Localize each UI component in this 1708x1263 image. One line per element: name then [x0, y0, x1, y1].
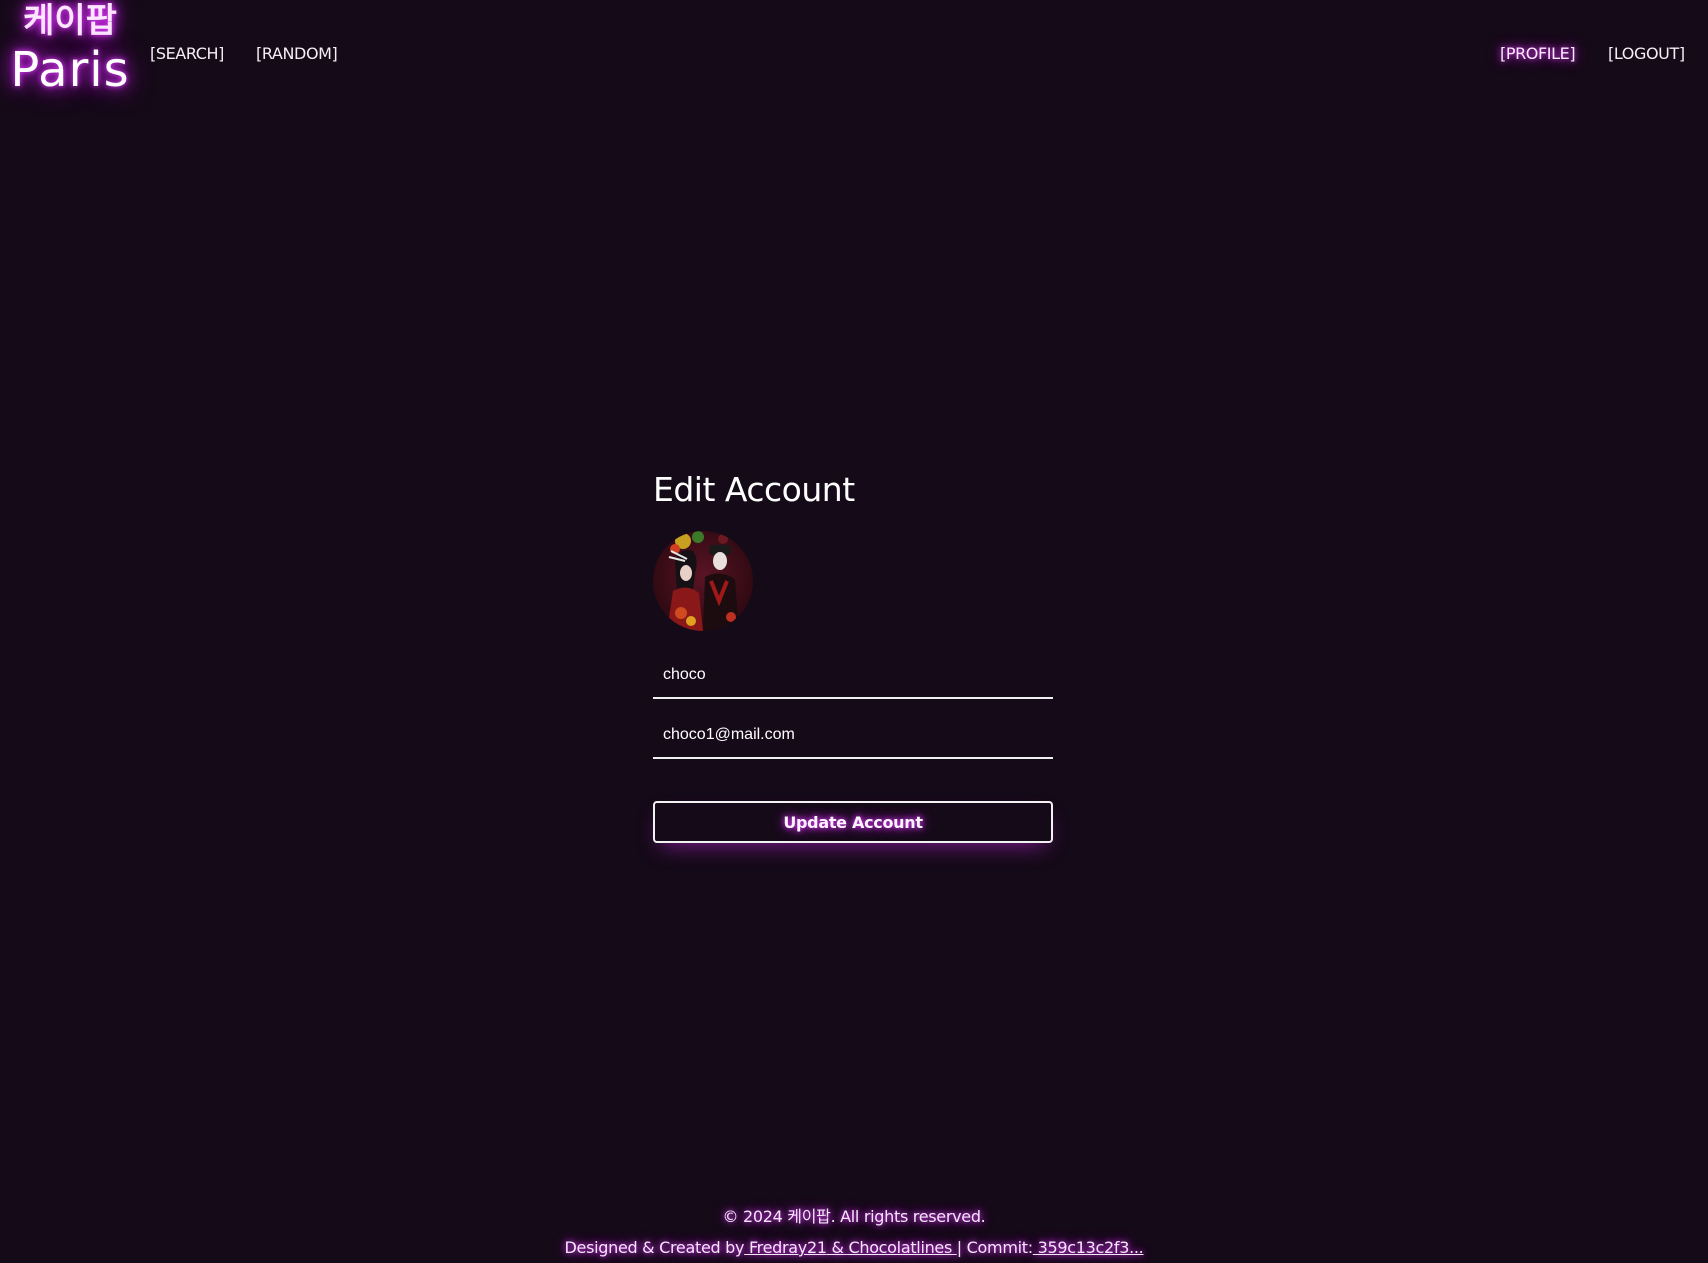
page: 케이팝 Paris [SEARCH] [RANDOM] [PROFILE] [L…: [0, 0, 1708, 1263]
logo-korean-text: 케이팝: [23, 1, 117, 41]
username-field[interactable]: [653, 653, 1053, 699]
author-separator: &: [826, 1238, 849, 1257]
author-fredray21-link[interactable]: Fredray21: [744, 1238, 827, 1257]
footer-copyright: © 2024 케이팝. All rights reserved.: [722, 1207, 986, 1226]
avatar[interactable]: [653, 531, 753, 631]
avatar-image: [653, 531, 753, 631]
commit-hash-link[interactable]: 359c13c2f3...: [1033, 1238, 1144, 1257]
commit-prefix: | Commit:: [956, 1238, 1033, 1257]
logo-paris-text: Paris: [10, 42, 130, 98]
nav-logout-link[interactable]: [LOGOUT]: [1608, 44, 1685, 63]
author-chocolatlines-link[interactable]: Chocolatlines: [848, 1238, 956, 1257]
email-field[interactable]: [653, 713, 1053, 759]
page-title: Edit Account: [653, 470, 855, 509]
nav-random-link[interactable]: [RANDOM]: [256, 44, 338, 63]
credits-prefix: Designed & Created by: [564, 1238, 745, 1257]
site-logo[interactable]: 케이팝 Paris: [6, 4, 134, 94]
edit-account-form: Edit Account choco choco1@mail.com Updat…: [653, 470, 1053, 843]
update-account-button[interactable]: Update Account: [653, 801, 1053, 843]
footer-credits: Designed & Created by Fredray21 & Chocol…: [0, 1238, 1708, 1257]
nav-search-link[interactable]: [SEARCH]: [150, 44, 224, 63]
nav-profile-link[interactable]: [PROFILE]: [1500, 44, 1576, 63]
